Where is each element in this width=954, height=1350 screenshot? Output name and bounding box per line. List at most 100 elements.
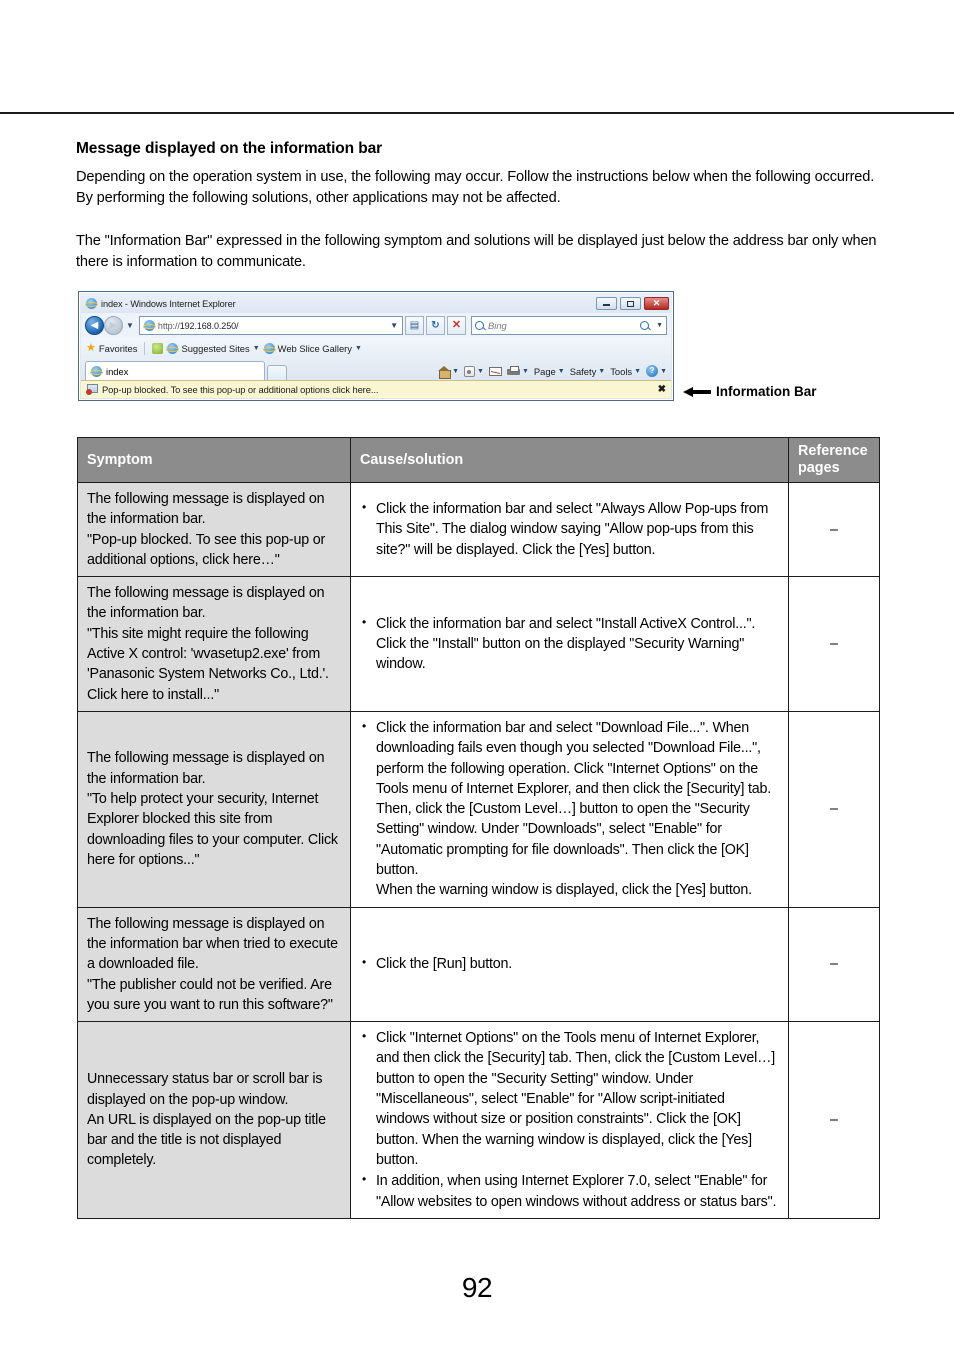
stop-button[interactable]: ✕ (447, 316, 466, 335)
add-to-favorites-bar-icon[interactable] (152, 342, 164, 354)
page-favicon-icon (142, 320, 156, 331)
column-header-cause-solution: Cause/solution (350, 437, 789, 483)
ie-window: index - Windows Internet Explorer ✕ ◀ ▶ … (78, 291, 674, 401)
table-body: The following message is displayed on th… (77, 481, 880, 1219)
close-button[interactable]: ✕ (644, 297, 669, 310)
table-row: The following message is displayed on th… (77, 576, 880, 712)
tools-menu-label: Tools (610, 365, 633, 377)
chevron-down-icon: ▼ (634, 367, 642, 375)
reference-cell: – (788, 710, 880, 908)
feeds-button[interactable]: ▼ (464, 365, 484, 377)
address-input[interactable]: http://192.168.0.250/ ▼ (138, 316, 403, 335)
column-header-reference-pages: Reference pages (788, 437, 880, 483)
ie-address-bar-row: ◀ ▶ ▼ http://192.168.0.250/ ▼ ▤ ↻ ✕ Bing… (81, 313, 671, 338)
suggested-sites-button[interactable]: Suggested Sites ▼ (166, 342, 260, 354)
table-row: The following message is displayed on th… (77, 710, 880, 908)
compatibility-view-button[interactable]: ▤ (405, 316, 424, 335)
tab-label: index (106, 365, 129, 377)
suggested-sites-icon (166, 342, 180, 354)
ie-title-bar: index - Windows Internet Explorer ✕ (81, 294, 671, 313)
mail-icon (488, 366, 502, 376)
solution-cell: Click the information bar and select "Al… (350, 481, 789, 578)
reference-cell: – (788, 481, 880, 578)
favorites-divider (144, 341, 146, 355)
favorites-label: Favorites (98, 342, 138, 354)
solution-list: Click the [Run] button. (360, 954, 779, 974)
tools-menu-button[interactable]: Tools ▼ (610, 366, 641, 377)
page-menu-button[interactable]: Page ▼ (534, 366, 565, 377)
information-bar-callout: Information Bar (683, 384, 817, 399)
information-bar-message: Pop-up blocked. To see this pop-up or ad… (102, 384, 379, 395)
reference-header-line1: Reference (798, 443, 868, 460)
chevron-down-icon: ▼ (660, 367, 667, 375)
web-slice-gallery-button[interactable]: Web Slice Gallery ▼ (262, 342, 362, 354)
page-number: 92 (461, 1272, 493, 1303)
window-controls: ✕ (596, 297, 669, 310)
print-button[interactable]: ▼ (506, 366, 529, 376)
read-mail-button[interactable] (488, 366, 502, 376)
solution-list-item: In addition, when using Internet Explore… (362, 1171, 779, 1212)
symptom-cell: The following message is displayed on th… (77, 481, 351, 578)
solution-list: Click the information bar and select "Al… (360, 499, 779, 560)
address-dropdown-icon[interactable]: ▼ (390, 321, 400, 330)
information-bar-close-icon[interactable]: ✖ (658, 384, 666, 395)
favorites-button[interactable]: ★ Favorites (86, 342, 138, 354)
information-bar[interactable]: Pop-up blocked. To see this pop-up or ad… (81, 380, 671, 398)
solution-cell: Click the [Run] button. (350, 906, 789, 1023)
chevron-down-icon: ▼ (521, 367, 529, 375)
solution-cell: Click "Internet Options" on the Tools me… (350, 1021, 789, 1219)
ie-window-title: index - Windows Internet Explorer (101, 298, 236, 309)
table-row: Unnecessary status bar or scroll bar is … (77, 1021, 880, 1219)
symptom-cell: The following message is displayed on th… (77, 906, 351, 1023)
solution-list-item: Click the information bar and select "Al… (362, 499, 779, 560)
intro-paragraph-2: The "Information Bar" expressed in the f… (76, 232, 877, 270)
reference-header-line2: pages (798, 460, 840, 476)
stop-icon: ✕ (451, 319, 462, 331)
tab-favicon-icon (90, 365, 103, 377)
back-button[interactable]: ◀ (85, 316, 104, 335)
refresh-icon: ↻ (431, 319, 440, 331)
solution-list-item: Click "Internet Options" on the Tools me… (362, 1028, 779, 1170)
page-top-rule (0, 112, 954, 114)
close-icon: ✕ (652, 298, 661, 308)
table-row: The following message is displayed on th… (77, 906, 880, 1023)
command-bar: ▼ ▼ ▼ Page ▼ Safety ▼ Tools ▼ ? ▼ (438, 365, 667, 380)
history-dropdown-icon[interactable]: ▼ (126, 321, 134, 330)
forward-arrow-icon: ▶ (109, 319, 118, 331)
search-icon (475, 321, 484, 330)
symptom-cell: The following message is displayed on th… (77, 710, 351, 908)
new-tab-button[interactable] (267, 365, 287, 380)
refresh-button[interactable]: ↻ (426, 316, 445, 335)
symptom-cell: Unnecessary status bar or scroll bar is … (77, 1021, 351, 1219)
address-url-text: http://192.168.0.250/ (157, 320, 239, 331)
chevron-down-icon: ▼ (557, 367, 565, 375)
suggested-sites-label: Suggested Sites (181, 342, 250, 354)
home-button[interactable]: ▼ (438, 365, 459, 379)
symptom-cell: The following message is displayed on th… (77, 576, 351, 712)
rss-feed-icon (464, 365, 475, 377)
article-content: Message displayed on the information bar… (76, 140, 880, 273)
ie-tab-bar: index ▼ ▼ ▼ Page ▼ Safety ▼ Tools ▼ ? ▼ (81, 358, 671, 380)
home-icon (438, 365, 452, 379)
help-menu-button[interactable]: ? ▼ (646, 365, 667, 377)
section-title: Message displayed on the information bar (76, 140, 383, 157)
search-go-icon[interactable] (640, 321, 650, 330)
table-row: The following message is displayed on th… (77, 481, 880, 578)
solution-cell: Click the information bar and select "Do… (350, 710, 789, 908)
back-arrow-icon: ◀ (90, 319, 99, 331)
table-header-row: Symptom Cause/solution Reference pages (77, 437, 880, 483)
solution-list-item: Click the [Run] button. (362, 954, 779, 974)
solution-list: Click "Internet Options" on the Tools me… (360, 1028, 779, 1212)
intro-paragraph-1: Depending on the operation system in use… (76, 169, 875, 207)
search-provider-dropdown-icon[interactable]: ▼ (656, 322, 663, 329)
solution-list: Click the information bar and select "In… (360, 614, 779, 675)
maximize-button[interactable] (620, 297, 641, 310)
solution-list-item: Click the information bar and select "In… (362, 614, 779, 675)
minimize-button[interactable] (596, 297, 617, 310)
search-input[interactable]: Bing ▼ (471, 316, 667, 335)
search-placeholder-text: Bing (488, 320, 507, 331)
compatibility-view-icon: ▤ (409, 319, 420, 331)
browser-tab[interactable]: index (85, 361, 265, 380)
safety-menu-button[interactable]: Safety ▼ (570, 366, 606, 377)
forward-button[interactable]: ▶ (104, 316, 123, 335)
